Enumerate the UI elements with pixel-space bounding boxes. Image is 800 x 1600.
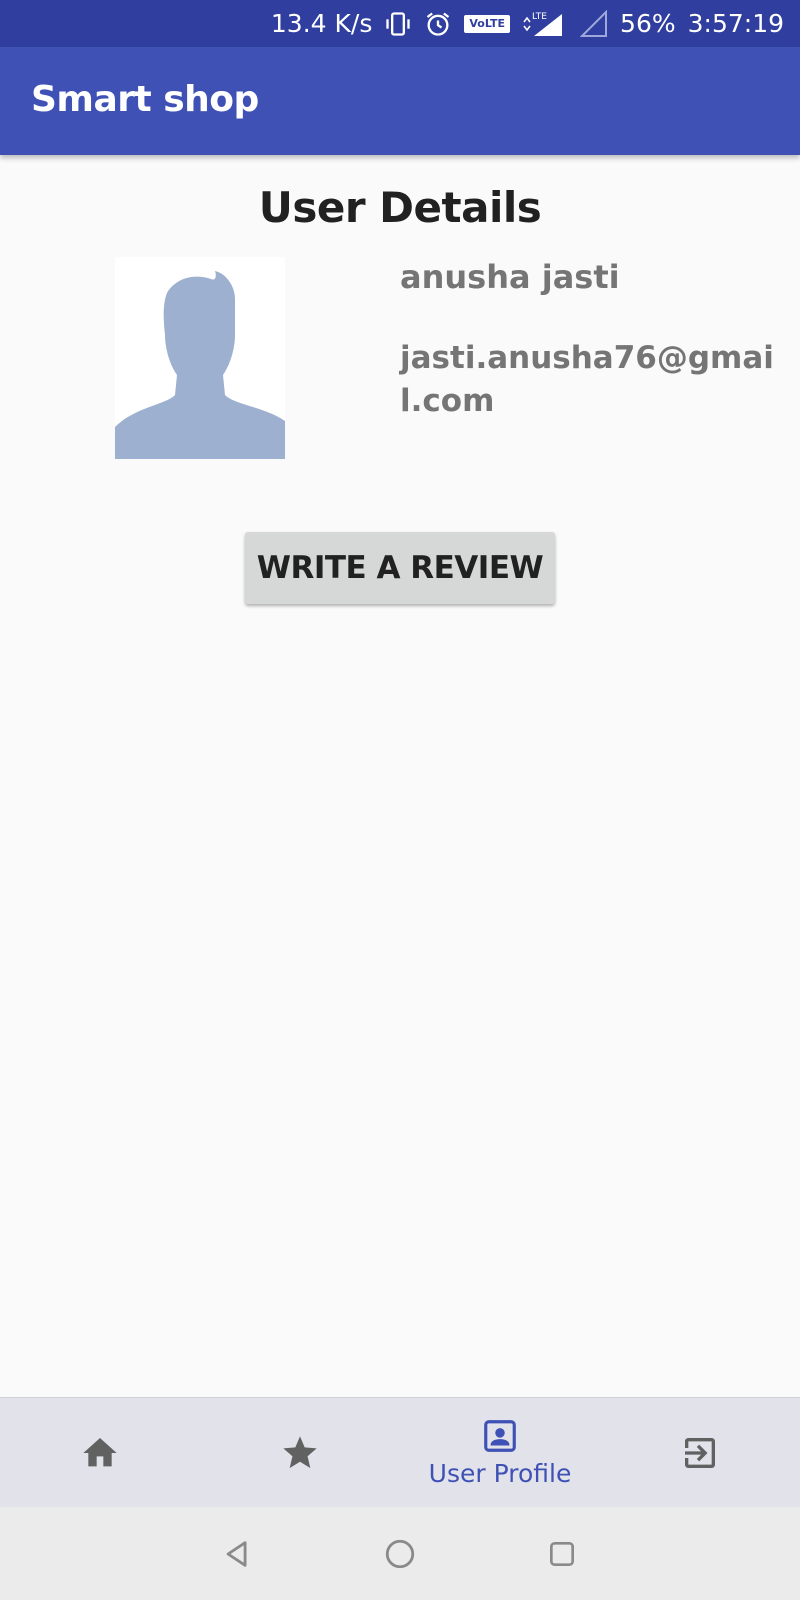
user-silhouette-icon — [115, 257, 285, 459]
battery-level: 56% — [620, 9, 676, 38]
recents-icon — [550, 1541, 574, 1566]
lte-label: LTE — [532, 12, 547, 22]
app-bar: Smart shop — [0, 47, 800, 155]
system-recents-button[interactable] — [481, 1507, 643, 1600]
system-navigation-bar — [0, 1507, 800, 1600]
system-back-button[interactable] — [157, 1507, 319, 1600]
signal-lte-icon: LTE — [522, 10, 568, 38]
app-title: Smart shop — [31, 79, 259, 120]
status-bar: 13.4 K/s VoLTE LTE 56% 3:57:19 — [0, 0, 800, 47]
page-title: User Details — [258, 183, 542, 232]
volte-icon: VoLTE — [464, 14, 511, 33]
nav-item-favorites[interactable] — [200, 1398, 400, 1507]
home-circle-icon — [385, 1539, 415, 1568]
clock: 3:57:19 — [687, 9, 784, 38]
nav-label-user-profile: User Profile — [428, 1459, 572, 1488]
user-name: anusha jasti — [400, 258, 620, 296]
home-icon — [83, 1437, 117, 1466]
system-home-button[interactable] — [319, 1507, 481, 1600]
user-email: jasti.anusha76@gmail.com — [400, 340, 774, 419]
alarm-icon — [424, 10, 452, 38]
nav-item-user-profile[interactable]: User Profile — [400, 1398, 600, 1507]
exit-icon — [685, 1437, 715, 1468]
write-review-button[interactable]: WRITE A REVIEW — [245, 532, 555, 604]
star-icon — [283, 1435, 317, 1468]
back-icon — [226, 1540, 247, 1567]
user-profile-icon — [484, 1420, 516, 1452]
nav-item-logout[interactable] — [600, 1398, 800, 1507]
net-speed: 13.4 K/s — [270, 9, 373, 38]
vibrate-icon — [384, 10, 412, 38]
bottom-navigation: User Profile — [0, 1397, 800, 1507]
main-content: User Details anusha jasti jasti.anusha76… — [0, 155, 800, 1397]
signal-empty-icon — [580, 9, 608, 38]
nav-item-home[interactable] — [0, 1398, 200, 1507]
